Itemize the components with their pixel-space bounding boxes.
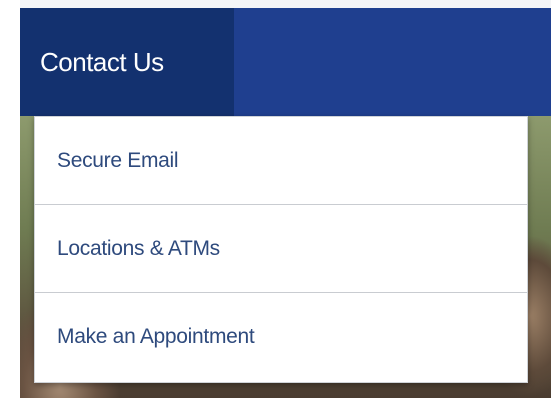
menu-item-locations-atms[interactable]: Locations & ATMs <box>35 204 527 292</box>
menu-item-label: Locations & ATMs <box>57 236 220 260</box>
menu-item-label: Secure Email <box>57 148 179 172</box>
page-top-background <box>0 0 551 8</box>
contact-us-dropdown-menu: Secure Email Locations & ATMs Make an Ap… <box>34 116 528 383</box>
menu-item-secure-email[interactable]: Secure Email <box>35 117 527 204</box>
menu-item-make-appointment[interactable]: Make an Appointment <box>35 292 527 380</box>
nav-item-label: Contact Us <box>40 46 164 77</box>
page-left-margin <box>0 0 20 398</box>
menu-item-label: Make an Appointment <box>57 324 255 348</box>
nav-item-contact-us[interactable]: Contact Us <box>20 8 234 116</box>
